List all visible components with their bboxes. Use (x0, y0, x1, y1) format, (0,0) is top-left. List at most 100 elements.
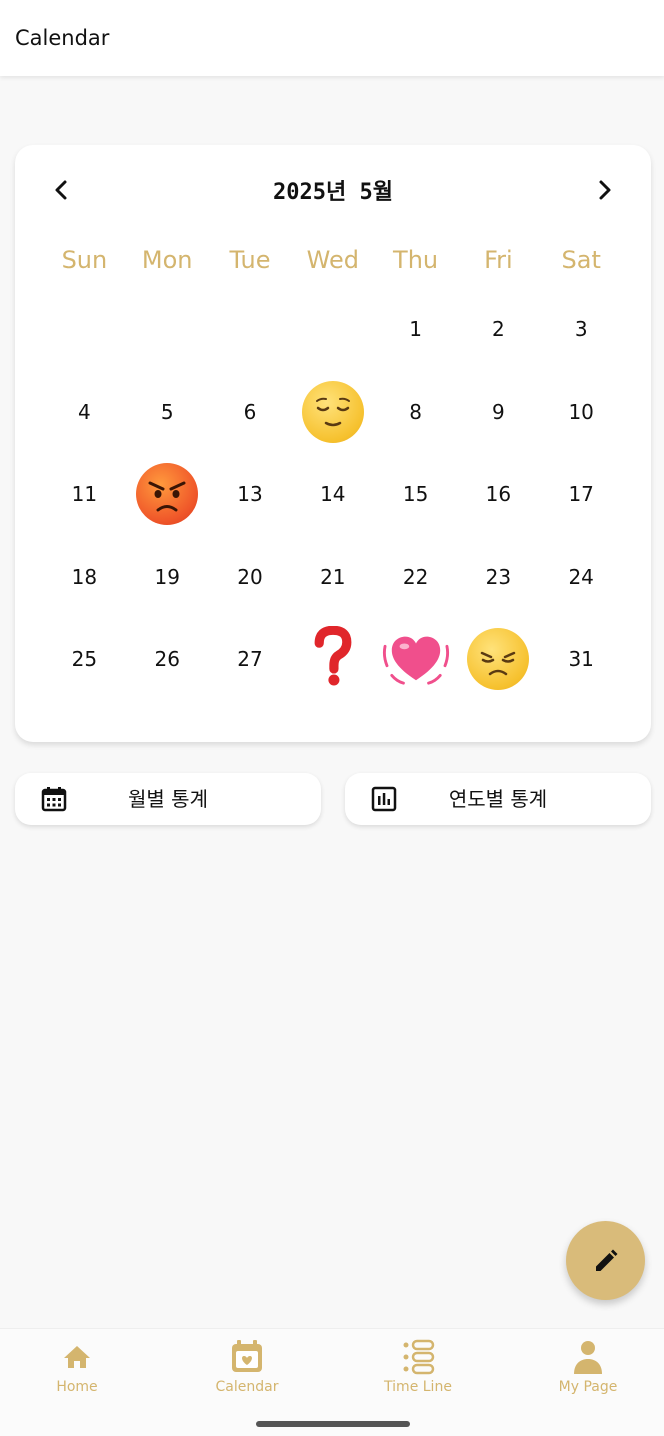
nav-label-mypage: My Page (558, 1379, 618, 1395)
calendar-day[interactable] (457, 618, 540, 701)
day-number: 4 (78, 399, 91, 424)
page-title: Calendar (15, 26, 110, 50)
calendar-empty-cell (43, 288, 126, 371)
calendar-day[interactable]: 14 (291, 453, 374, 536)
day-number: 17 (568, 482, 594, 507)
day-number: 24 (568, 564, 594, 589)
question-mark-icon (310, 625, 356, 693)
calendar-day[interactable]: 27 (209, 618, 292, 701)
calendar-day[interactable]: 22 (374, 536, 457, 619)
nav-item-timeline[interactable]: Time Line (358, 1339, 478, 1405)
day-number: 19 (154, 564, 180, 589)
calendar-day[interactable]: 17 (540, 453, 623, 536)
nav-label-home: Home (56, 1379, 98, 1395)
day-number: 18 (71, 564, 98, 589)
day-number: 11 (71, 482, 98, 507)
next-month-button[interactable] (582, 167, 628, 213)
day-number: 26 (154, 647, 180, 672)
monthly-stats-label: 월별 통계 (128, 787, 208, 811)
home-icon (64, 1346, 90, 1368)
day-number: 8 (409, 399, 422, 424)
app-bar: Calendar (0, 0, 664, 76)
system-home-indicator (256, 1421, 410, 1427)
nav-item-home[interactable]: Home (17, 1339, 137, 1405)
calendar-day[interactable] (374, 618, 457, 701)
day-number: 6 (243, 399, 257, 424)
calendar-day[interactable]: 18 (43, 536, 126, 619)
yearly-stats-label: 연도별 통계 (448, 787, 548, 811)
calendar-day[interactable]: 20 (209, 536, 292, 619)
day-number: 31 (568, 647, 594, 672)
day-number: 23 (485, 564, 512, 589)
calendar-day[interactable]: 16 (457, 453, 540, 536)
calendar-day[interactable]: 3 (540, 288, 623, 371)
angry-face-icon (136, 463, 199, 526)
calendar-day[interactable]: 4 (43, 371, 126, 454)
weekday-label: Thu (393, 246, 439, 274)
calendar-day[interactable]: 19 (126, 536, 209, 619)
calendar-day[interactable]: 1 (374, 288, 457, 371)
nav-item-calendar[interactable]: Calendar (187, 1339, 307, 1405)
disappointed-face-icon (467, 628, 530, 691)
day-number: 15 (402, 482, 429, 507)
bottom-navigation: Home Calendar Time Line My Page (0, 1328, 664, 1436)
weekday-label: Sat (561, 246, 601, 274)
pencil-icon (595, 1249, 617, 1271)
calendar-days-grid: 1 2 3 4 5 6 8 9 10 11 13 14 15 16 17 18 19 20 21 22 23 24 25 26… (43, 288, 623, 701)
day-number: 22 (402, 564, 429, 589)
calendar-day[interactable]: 26 (126, 618, 209, 701)
calendar-day[interactable]: 13 (209, 453, 292, 536)
timeline-icon (403, 1339, 435, 1375)
weekday-label: Mon (141, 246, 193, 274)
day-number: 14 (320, 482, 346, 507)
calendar-day[interactable]: 8 (374, 371, 457, 454)
calendar-day[interactable]: 10 (540, 371, 623, 454)
calendar-day[interactable]: 2 (457, 288, 540, 371)
day-number: 3 (574, 317, 588, 342)
calendar-day[interactable]: 9 (457, 371, 540, 454)
monthly-stats-button[interactable]: 월별 통계 (15, 773, 321, 825)
beating-heart-icon (382, 627, 450, 692)
month-title: 2025년 5월 (273, 180, 393, 205)
calendar-day[interactable]: 5 (126, 371, 209, 454)
calendar-card: 2025년 5월 Sun Mon Tue Wed Thu Fri Sat 123… (15, 145, 651, 742)
chevron-right-icon (599, 180, 611, 200)
calendar-day[interactable]: 6 (209, 371, 292, 454)
day-number: 1 (409, 317, 422, 342)
calendar-day[interactable]: 23 (457, 536, 540, 619)
nav-item-mypage[interactable]: My Page (528, 1339, 648, 1405)
calendar-empty-cell (126, 288, 209, 371)
write-diary-button[interactable] (566, 1221, 645, 1300)
day-number: 20 (237, 564, 263, 589)
calendar-day[interactable] (291, 371, 374, 454)
nav-label-calendar: Calendar (215, 1379, 279, 1395)
day-number: 9 (492, 399, 505, 424)
calendar-heart-icon (232, 1340, 262, 1372)
day-number: 27 (237, 647, 263, 672)
calendar-empty-cell (209, 288, 292, 371)
calendar-day[interactable]: 21 (291, 536, 374, 619)
relieved-face-icon (301, 380, 364, 443)
calendar-header: 2025년 5월 (15, 167, 651, 213)
day-number: 2 (492, 317, 505, 342)
weekday-label: Wed (306, 246, 359, 274)
day-number: 13 (237, 482, 263, 507)
calendar-day[interactable]: 25 (43, 618, 126, 701)
yearly-stats-button[interactable]: 연도별 통계 (345, 773, 651, 825)
weekday-row: Sun Mon Tue Wed Thu Fri Sat (43, 240, 623, 280)
calendar-day[interactable] (291, 618, 374, 701)
calendar-day[interactable]: 24 (540, 536, 623, 619)
day-number: 5 (160, 399, 174, 424)
day-number: 10 (568, 399, 594, 424)
calendar-day[interactable] (126, 453, 209, 536)
weekday-label: Tue (229, 246, 271, 274)
nav-label-timeline: Time Line (384, 1379, 452, 1395)
person-icon (574, 1341, 602, 1374)
calendar-day[interactable]: 11 (43, 453, 126, 536)
calendar-day[interactable]: 15 (374, 453, 457, 536)
calendar-day[interactable]: 31 (540, 618, 623, 701)
day-number: 21 (320, 564, 346, 589)
calendar-empty-cell (291, 288, 374, 371)
day-number: 16 (485, 482, 512, 507)
weekday-label: Sun (61, 246, 108, 274)
